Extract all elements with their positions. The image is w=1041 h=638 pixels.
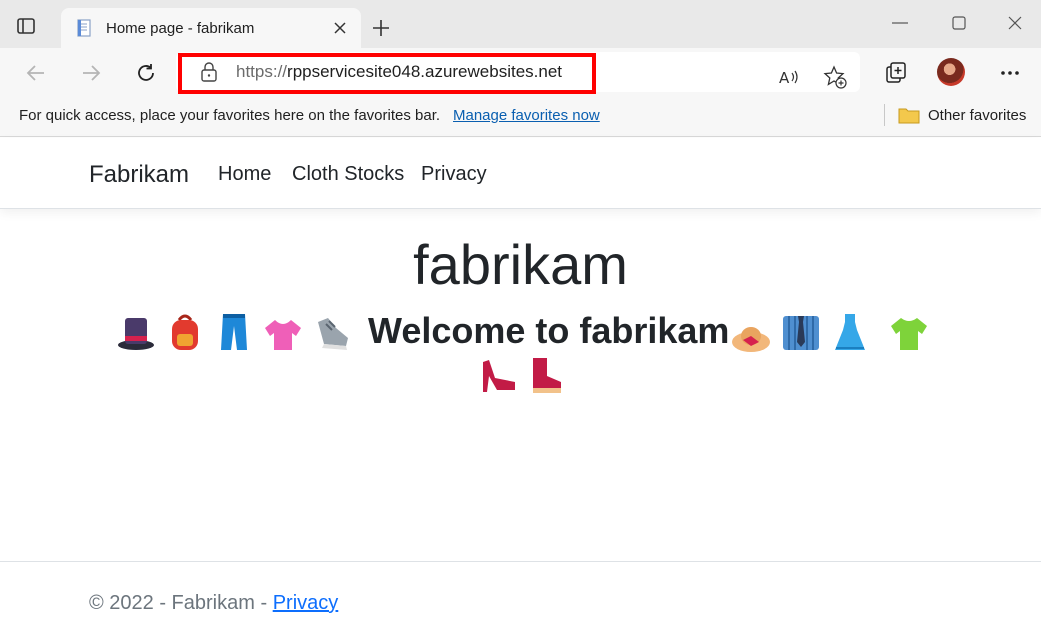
jeans-icon xyxy=(221,314,247,350)
page-favicon-icon xyxy=(77,19,91,37)
top-hat-icon xyxy=(118,318,154,350)
shirt-tie-icon xyxy=(783,316,819,350)
url-scheme: https:// xyxy=(236,62,288,81)
forward-icon[interactable] xyxy=(80,62,102,84)
site-footer: © 2022 - Fabrikam - Privacy xyxy=(0,561,1041,638)
collections-icon[interactable] xyxy=(884,61,908,85)
lock-icon[interactable] xyxy=(200,62,218,82)
browser-toolbar: A https://rppservicesite048.azurewebsite… xyxy=(0,48,1041,96)
profile-avatar[interactable] xyxy=(937,58,965,86)
browser-tab[interactable]: Home page - fabrikam xyxy=(61,8,361,48)
footer-text: © 2022 - Fabrikam - Privacy xyxy=(89,592,338,615)
minimize-icon[interactable] xyxy=(892,22,908,24)
womans-hat-icon xyxy=(732,327,770,352)
folder-icon xyxy=(898,108,920,124)
footer-copyright: © 2022 - Fabrikam - xyxy=(89,592,273,614)
t-shirt-icon xyxy=(891,318,927,350)
refresh-icon[interactable] xyxy=(135,62,157,84)
more-options-icon[interactable] xyxy=(998,61,1022,85)
favorites-bar: For quick access, place your favorites h… xyxy=(0,96,1041,137)
tab-actions-icon[interactable] xyxy=(16,16,36,36)
browser-titlebar: Home page - fabrikam xyxy=(0,0,1041,48)
favorites-prompt: For quick access, place your favorites h… xyxy=(19,107,441,124)
url-host: rppservicesite048.azurewebsites.net xyxy=(287,62,563,81)
svg-text:A: A xyxy=(779,69,790,87)
site-navbar: Fabrikam Home Cloth Stocks Privacy xyxy=(0,138,1041,209)
tab-title: Home page - fabrikam xyxy=(106,20,255,37)
boot-icon xyxy=(533,358,561,393)
other-favorites[interactable]: Other favorites xyxy=(928,107,1026,124)
site-brand[interactable]: Fabrikam xyxy=(89,161,189,189)
dress-icon xyxy=(835,314,865,350)
url-text[interactable]: https://rppservicesite048.azurewebsites.… xyxy=(236,62,562,82)
high-heel-icon xyxy=(483,360,515,392)
running-shoe-icon xyxy=(318,318,348,350)
window-close-icon[interactable] xyxy=(1008,16,1022,30)
footer-privacy-link[interactable]: Privacy xyxy=(273,592,339,614)
blouse-icon xyxy=(265,320,301,350)
nav-link-privacy[interactable]: Privacy xyxy=(421,163,487,186)
manage-favorites-link[interactable]: Manage favorites now xyxy=(453,107,600,124)
close-tab-icon[interactable] xyxy=(332,20,348,36)
nav-link-home[interactable]: Home xyxy=(218,163,271,186)
welcome-heading: Welcome to fabrikam xyxy=(110,308,940,356)
backpack-icon xyxy=(172,314,198,350)
read-aloud-icon[interactable]: A xyxy=(777,65,801,89)
hero-title: fabrikam xyxy=(413,233,628,296)
back-icon[interactable] xyxy=(25,62,47,84)
new-tab-icon[interactable] xyxy=(371,18,391,38)
maximize-icon[interactable] xyxy=(952,16,966,30)
nav-link-cloth-stocks[interactable]: Cloth Stocks xyxy=(292,163,404,186)
add-favorite-icon[interactable] xyxy=(823,65,847,89)
favorites-divider xyxy=(884,104,885,126)
welcome-text: Welcome to fabrikam xyxy=(368,310,730,351)
